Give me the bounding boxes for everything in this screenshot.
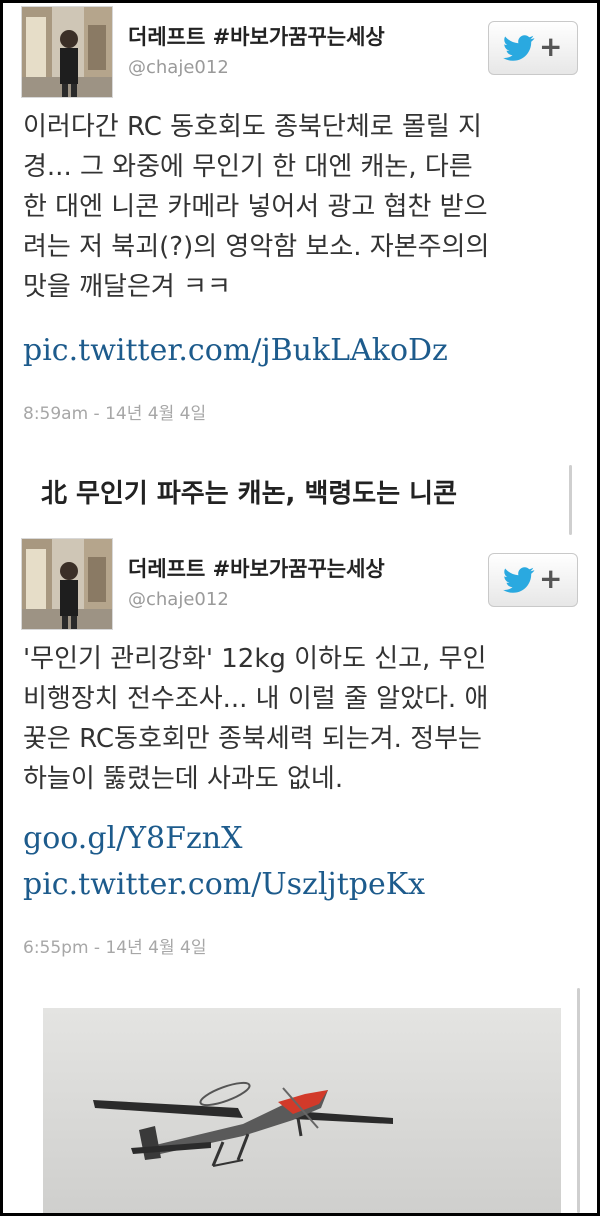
drone-photo[interactable] [43,1008,561,1213]
follow-plus: + [539,30,563,63]
screenshot-frame: 더레프트 #바보가꿈꾸는세상 @chaje012 + 이러다간 RC 동호회도 … [0,0,600,1216]
tweet-text-line: 한 대엔 니콘 카메라 넣어서 광고 협찬 받으 [23,192,488,222]
user-handle[interactable]: @chaje012 [128,57,229,78]
tweet-text: 이러다간 RC 동호회도 종북단체로 몰릴 지 경... 그 와중에 무인기 한… [23,107,583,307]
twitter-bird-icon [503,567,535,597]
twitter-bird-icon [503,35,535,65]
timestamp[interactable]: 8:59am - 14년 4월 4일 [23,399,206,424]
tweet-link[interactable]: pic.twitter.com/UszljtpeKx [23,867,425,902]
avatar[interactable] [21,6,113,98]
tweet-text-line: 비행장치 전수조사... 내 이럴 줄 알았다. 애 [23,684,489,714]
tweet-text-line: 하늘이 뚫렸는데 사과도 없네. [23,764,344,794]
follow-button[interactable]: + [488,21,578,75]
tweet-text-line: 꿎은 RC동호회만 종북세력 되는겨. 정부는 [23,724,482,754]
display-name[interactable]: 더레프트 #바보가꿈꾸는세상 [128,553,385,583]
user-handle[interactable]: @chaje012 [128,589,229,610]
scrollbar-indicator[interactable] [577,988,580,1213]
tweet-text-line: 맛을 깨달은겨 ㅋㅋ [23,272,231,302]
tweet-text-line: 경... 그 와중에 무인기 한 대엔 캐논, 다른 [23,152,473,182]
tweet-text-line: '무인기 관리강화' 12kg 이하도 신고, 무인 [23,644,487,674]
follow-button[interactable]: + [488,553,578,607]
tweet-text-line: 이러다간 RC 동호회도 종북단체로 몰릴 지 [23,112,482,142]
scrollbar-indicator[interactable] [569,465,572,535]
display-name[interactable]: 더레프트 #바보가꿈꾸는세상 [128,21,385,51]
tweet-text-line: 려는 저 북괴(?)의 영악함 보소. 자본주의의 [23,232,490,262]
tweet-text: '무인기 관리강화' 12kg 이하도 신고, 무인 비행장치 전수조사... … [23,639,583,799]
tweet-link[interactable]: pic.twitter.com/jBukLAkoDz [23,333,448,368]
timestamp[interactable]: 6:55pm - 14년 4월 4일 [23,933,206,958]
tweet-link[interactable]: goo.gl/Y8FznX [23,821,242,856]
follow-plus: + [539,562,563,595]
article-headline: 北 무인기 파주는 캐논, 백령도는 니콘 [41,479,458,509]
avatar[interactable] [21,538,113,630]
